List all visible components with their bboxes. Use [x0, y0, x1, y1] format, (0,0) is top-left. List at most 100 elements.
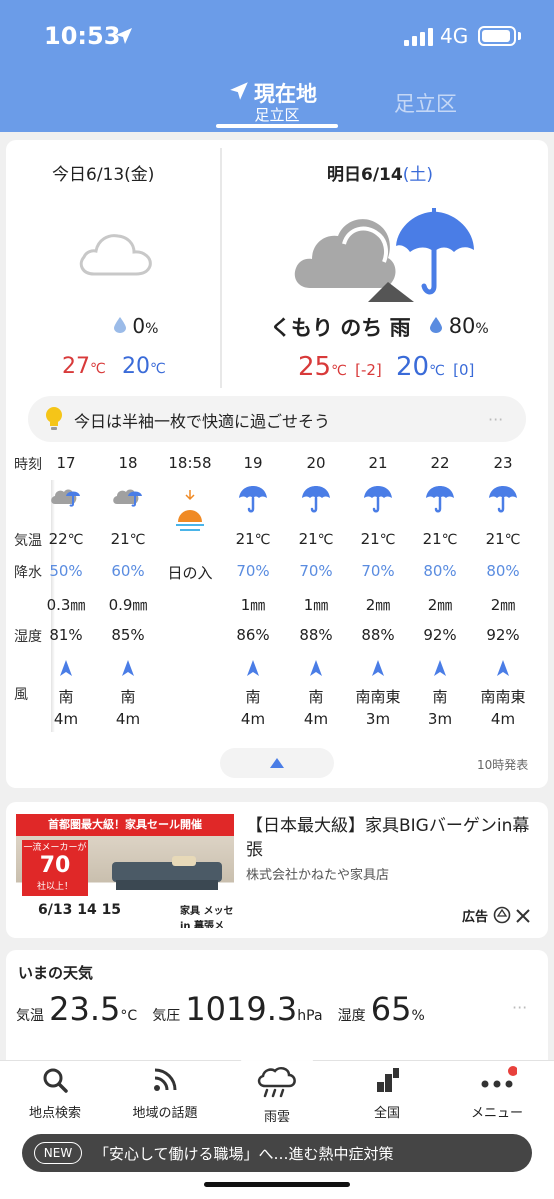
nav-rain-cloud[interactable]: 雨雲 [232, 1066, 322, 1125]
hour-temp: 22℃ [36, 530, 96, 548]
tomorrow-precip-value: 80 [448, 314, 476, 338]
network-type: 4G [440, 24, 469, 48]
nav-menu[interactable]: メニュー [452, 1066, 542, 1121]
today-precip-value: 0 [132, 314, 146, 338]
ad-badge-bottom: 社以上！ [36, 882, 73, 892]
current-temp: 23.5 [49, 990, 121, 1028]
ad-image[interactable]: 首都圏最大級！家具セール開催 一流メーカーが 70 社以上！ 6/13 14 1… [16, 814, 234, 928]
temp-unit: ℃ [317, 532, 334, 548]
today-low-value: 20 [122, 354, 150, 379]
nav-label: 地域の話題 [132, 1106, 198, 1121]
hour-temp-value: 21 [485, 530, 505, 548]
tab-current-location[interactable]: 現在地 足立区 [216, 76, 338, 128]
hour-temp: 21℃ [98, 530, 158, 548]
tab-subtitle: 足立区 [254, 106, 300, 124]
hour-amount: 1㎜ [240, 596, 266, 614]
tip-text: 今日は半袖一枚で快適に過ごせそう [74, 412, 331, 431]
tomorrow-low: 20℃ [0] [396, 352, 474, 382]
tab-adachi[interactable]: 足立区 [394, 88, 457, 118]
hour-humidity: 88% [299, 626, 333, 644]
cloudy-rain-icon [113, 489, 142, 507]
current-more-icon[interactable]: ··· [512, 998, 527, 1017]
ad-badge-top: 一流メーカーが [23, 843, 87, 853]
news-headline[interactable]: 「安心して働ける職場」へ…進む熱中症対策 [94, 1143, 394, 1164]
current-temp-label: 気温 [16, 1008, 44, 1024]
temp-unit: ℃ [379, 532, 396, 548]
current-humidity-label: 湿度 [337, 1008, 366, 1024]
current-pressure-label: 気圧 [152, 1008, 181, 1024]
tomorrow-precip: 80% [430, 314, 489, 338]
hour-wind-dir: 南 [432, 688, 448, 706]
hour-humidity: 81% [49, 626, 83, 644]
close-icon[interactable] [515, 908, 531, 924]
wind-arrow-icon [122, 660, 134, 676]
chevron-up-icon [270, 758, 284, 768]
drop-icon [430, 317, 442, 333]
drop-icon [114, 317, 126, 333]
nav-search[interactable]: 地点検索 [10, 1066, 100, 1121]
hour-wind-dir: 南 [308, 688, 324, 706]
hour-wind-dir: 南 [245, 688, 261, 706]
ad-banner: 首都圏最大級！家具セール開催 [16, 814, 234, 836]
tomorrow-weather-text: くもり のち 雨 [270, 316, 411, 340]
nav-local-topics[interactable]: 地域の話題 [120, 1066, 210, 1121]
ad-badge-number: 70 [39, 853, 71, 878]
row-label-wind: 風 [14, 687, 28, 703]
issued-time: 10時発表 [477, 758, 529, 772]
tomorrow-date: 明日6/14 [327, 165, 403, 185]
hour-wind-dir: 南 [58, 688, 74, 706]
ad-title[interactable]: 【日本最大級】家具BIGバーゲンin幕張 [246, 814, 536, 862]
tomorrow-high: 25℃ [-2] [298, 352, 382, 382]
hour-precip: 70% [236, 562, 270, 580]
hour-temp-value: 21 [110, 530, 130, 548]
battery-icon [478, 26, 516, 46]
hour-amount: 1㎜ [303, 596, 329, 614]
hour-wind-speed: 4m [53, 710, 79, 728]
hour-temp: 21℃ [410, 530, 470, 548]
temp-unit: ℃ [254, 532, 271, 548]
ad-badge: 一流メーカーが 70 社以上！ [22, 840, 88, 896]
umbrella-icon [426, 486, 454, 513]
collapse-button[interactable] [220, 748, 334, 778]
hourly-forecast[interactable]: 時刻 気温 降水 湿度 風 17 22℃ 50% 0.3㎜ 81% 南 4m 18 21℃ 60%… [6, 450, 548, 740]
more-dots-icon [481, 1066, 518, 1088]
nav-nationwide[interactable]: 全国 [342, 1066, 432, 1121]
hour-temp: 21℃ [286, 530, 346, 548]
ad-company: 株式会社かねたや家具店 [246, 868, 390, 883]
ad-label: 広告 [462, 906, 531, 925]
temp-unit: ℃ [441, 532, 458, 548]
ad-dates: 6/13 14 15 [38, 902, 122, 918]
hour-amount: 2㎜ [490, 596, 516, 614]
temp-unit: ℃ [67, 532, 84, 548]
tip-more-icon[interactable]: ··· [488, 410, 503, 429]
cloud-then-rain-icon [294, 208, 474, 302]
tomorrow-low-value: 20 [396, 352, 430, 382]
nav-label: 地点検索 [28, 1106, 81, 1121]
hour-wind-dir: 南南東 [480, 688, 526, 706]
temp-unit: ℃ [129, 532, 146, 548]
tomorrow-label: 明日6/14(土) [327, 160, 433, 185]
pct-unit: % [145, 321, 159, 337]
search-icon [43, 1068, 68, 1093]
wind-arrow-icon [310, 660, 322, 676]
hour-wind-speed: 4m [490, 710, 516, 728]
wind-arrow-icon [434, 660, 446, 676]
ad-label-text: 広告 [462, 910, 489, 925]
current-pressure: 1019.3 [185, 990, 298, 1028]
current-weather-title: いまの天気 [18, 964, 94, 982]
hour-humidity: 92% [486, 626, 520, 644]
today-precip: 0% [114, 314, 158, 338]
temp-unit: ℃ [90, 361, 106, 377]
hour-precip: 80% [423, 562, 457, 580]
hour-precip: 70% [299, 562, 333, 580]
today-low: 20℃ [122, 354, 166, 379]
hour-time: 17 [56, 454, 76, 472]
rain-cloud-icon [257, 1066, 296, 1098]
hour-time: 19 [243, 454, 263, 472]
pct-unit: % [475, 321, 489, 337]
wind-arrow-icon [497, 660, 509, 676]
hour-humidity: 86% [236, 626, 270, 644]
status-time: 10:53 [44, 22, 121, 50]
info-icon[interactable] [493, 906, 511, 924]
current-pressure-unit: hPa [297, 1008, 323, 1024]
